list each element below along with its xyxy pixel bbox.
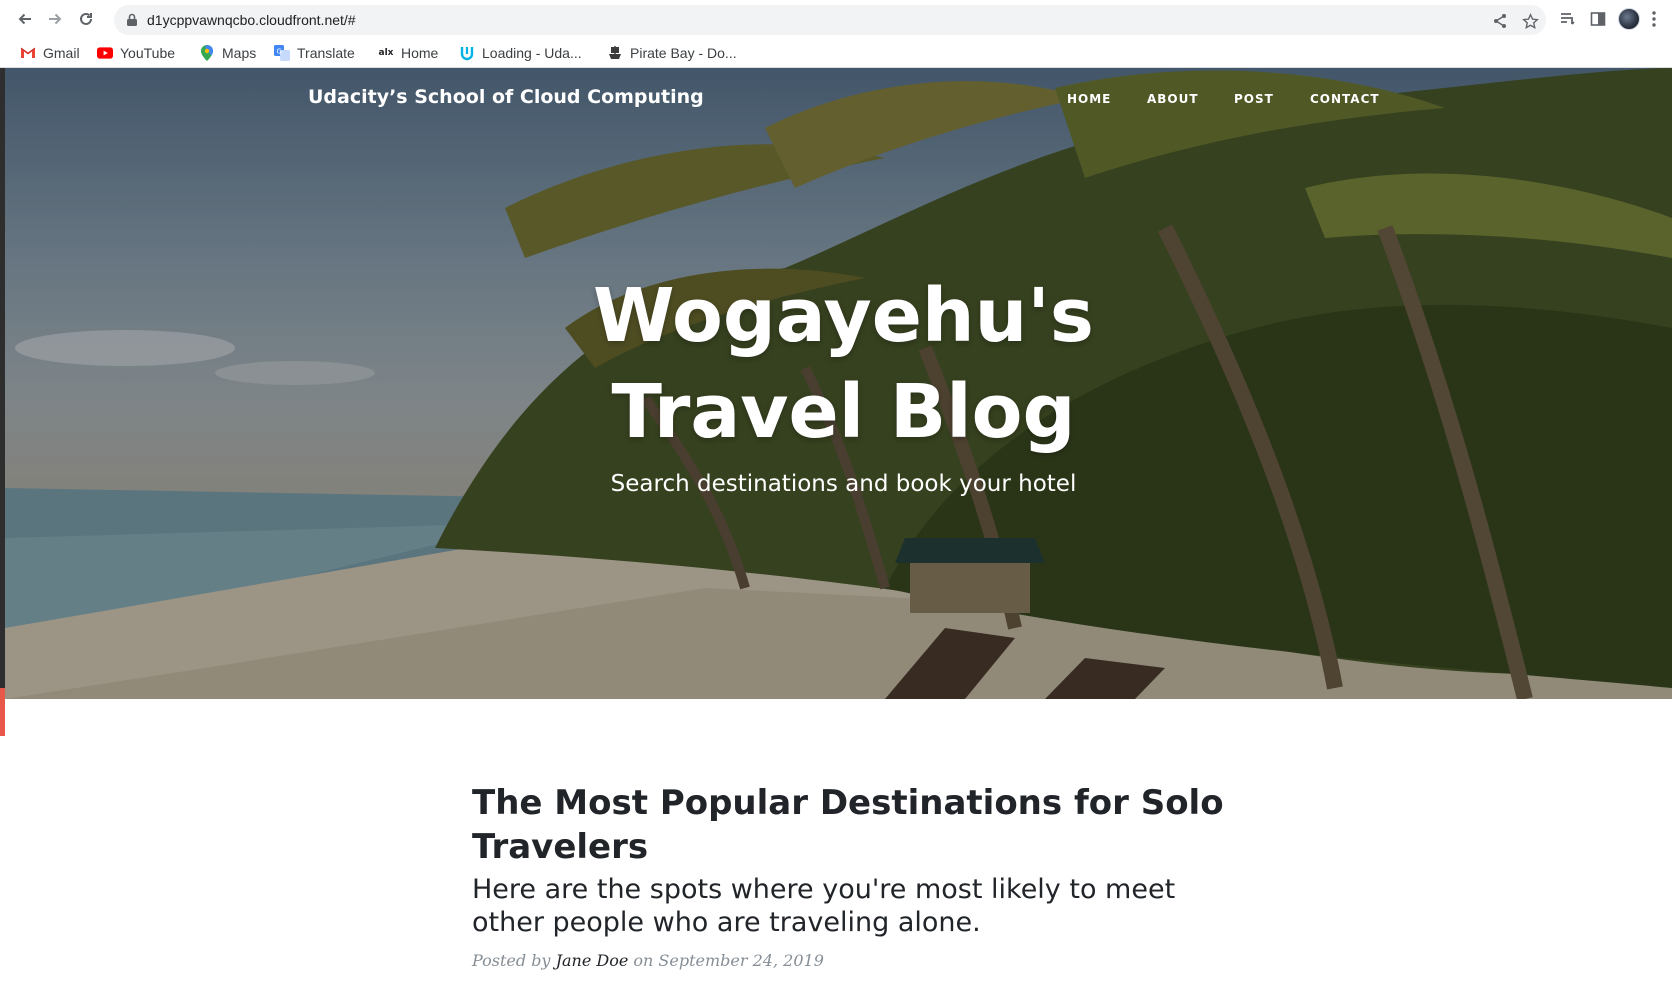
svg-text:G: G bbox=[277, 48, 282, 56]
star-icon bbox=[1521, 12, 1539, 29]
bookmark-maps[interactable]: Maps bbox=[199, 43, 256, 63]
reload-icon bbox=[80, 12, 92, 25]
translate-icon: G bbox=[274, 45, 290, 61]
browser-toolbar: d1ycppvawnqcbo.cloudfront.net/# bbox=[0, 0, 1672, 38]
bookmark-gmail[interactable]: Gmail bbox=[20, 43, 80, 63]
post-subtitle[interactable]: Here are the spots where you're most lik… bbox=[472, 873, 1232, 939]
post-meta-prefix: Posted by bbox=[472, 951, 551, 970]
address-bar[interactable]: d1ycppvawnqcbo.cloudfront.net/# bbox=[114, 5, 1546, 35]
profile-button[interactable] bbox=[1618, 8, 1640, 30]
reading-list-button[interactable] bbox=[1557, 8, 1579, 30]
post-date: on September 24, 2019 bbox=[633, 951, 824, 970]
web-page: Udacity’s School of Cloud Computing HOME… bbox=[0, 68, 1672, 1007]
share-icon bbox=[1494, 14, 1506, 28]
post-preview[interactable]: The Most Popular Destinations for Solo T… bbox=[472, 781, 1232, 970]
lock-icon bbox=[127, 13, 137, 26]
bookmark-label: YouTube bbox=[120, 45, 176, 61]
post-title[interactable]: The Most Popular Destinations for Solo T… bbox=[472, 781, 1232, 869]
bookmark-translate[interactable]: G Translate bbox=[274, 43, 355, 63]
bookmark-label: Gmail bbox=[43, 45, 80, 61]
bookmark-label: Loading - Uda... bbox=[482, 45, 582, 61]
post-meta: Posted by Jane Doe on September 24, 2019 bbox=[472, 951, 1232, 970]
udacity-icon bbox=[459, 45, 475, 61]
profile-avatar bbox=[1618, 8, 1640, 30]
side-panel-icon bbox=[1590, 12, 1606, 26]
browser-menu-button[interactable] bbox=[1647, 8, 1661, 30]
forward-arrow-icon bbox=[49, 13, 62, 25]
share-button[interactable] bbox=[1491, 12, 1509, 30]
pirate-ship-icon bbox=[607, 45, 623, 61]
bookmark-label: Pirate Bay - Do... bbox=[630, 45, 737, 61]
youtube-icon bbox=[97, 45, 113, 61]
hero-title: Wogayehu's Travel Blog bbox=[5, 268, 1672, 460]
back-button[interactable] bbox=[14, 8, 36, 30]
post-author-link[interactable]: Jane Doe bbox=[556, 951, 629, 970]
reload-button[interactable] bbox=[75, 8, 97, 30]
hero-title-line1: Wogayehu's bbox=[593, 273, 1094, 359]
bookmark-youtube[interactable]: YouTube bbox=[97, 43, 175, 63]
hero-header: Udacity’s School of Cloud Computing HOME… bbox=[5, 68, 1672, 699]
back-arrow-icon bbox=[18, 13, 31, 25]
gmail-icon bbox=[20, 45, 36, 61]
forward-button[interactable] bbox=[44, 8, 66, 30]
bookmark-star-button[interactable] bbox=[1521, 12, 1539, 30]
alx-icon: alx bbox=[378, 48, 394, 58]
kebab-menu-icon bbox=[1652, 11, 1656, 27]
bookmark-label: Maps bbox=[222, 45, 257, 61]
reading-list-icon bbox=[1561, 13, 1575, 25]
bookmark-label: Home bbox=[401, 45, 439, 61]
nav-link-contact[interactable]: CONTACT bbox=[1310, 92, 1380, 106]
nav-link-home[interactable]: HOME bbox=[1067, 92, 1111, 106]
bookmark-label: Translate bbox=[297, 45, 355, 61]
nav-link-post[interactable]: POST bbox=[1234, 92, 1274, 106]
bookmark-udacity[interactable]: Loading - Uda... bbox=[459, 43, 582, 63]
hero-title-line2: Travel Blog bbox=[611, 369, 1076, 455]
url-text[interactable]: d1ycppvawnqcbo.cloudfront.net/# bbox=[147, 12, 356, 28]
hero-subtitle: Search destinations and book your hotel bbox=[610, 471, 1077, 497]
side-panel-button[interactable] bbox=[1587, 8, 1609, 30]
maps-icon bbox=[199, 45, 215, 61]
bookmark-pirate-bay[interactable]: Pirate Bay - Do... bbox=[607, 43, 737, 63]
nav-link-about[interactable]: ABOUT bbox=[1147, 92, 1199, 106]
bookmarks-bar: Gmail YouTube Maps G Translate alx Home … bbox=[0, 38, 1672, 68]
site-brand-link[interactable]: Udacity’s School of Cloud Computing bbox=[308, 86, 704, 108]
bookmark-home[interactable]: alx Home bbox=[378, 43, 439, 63]
